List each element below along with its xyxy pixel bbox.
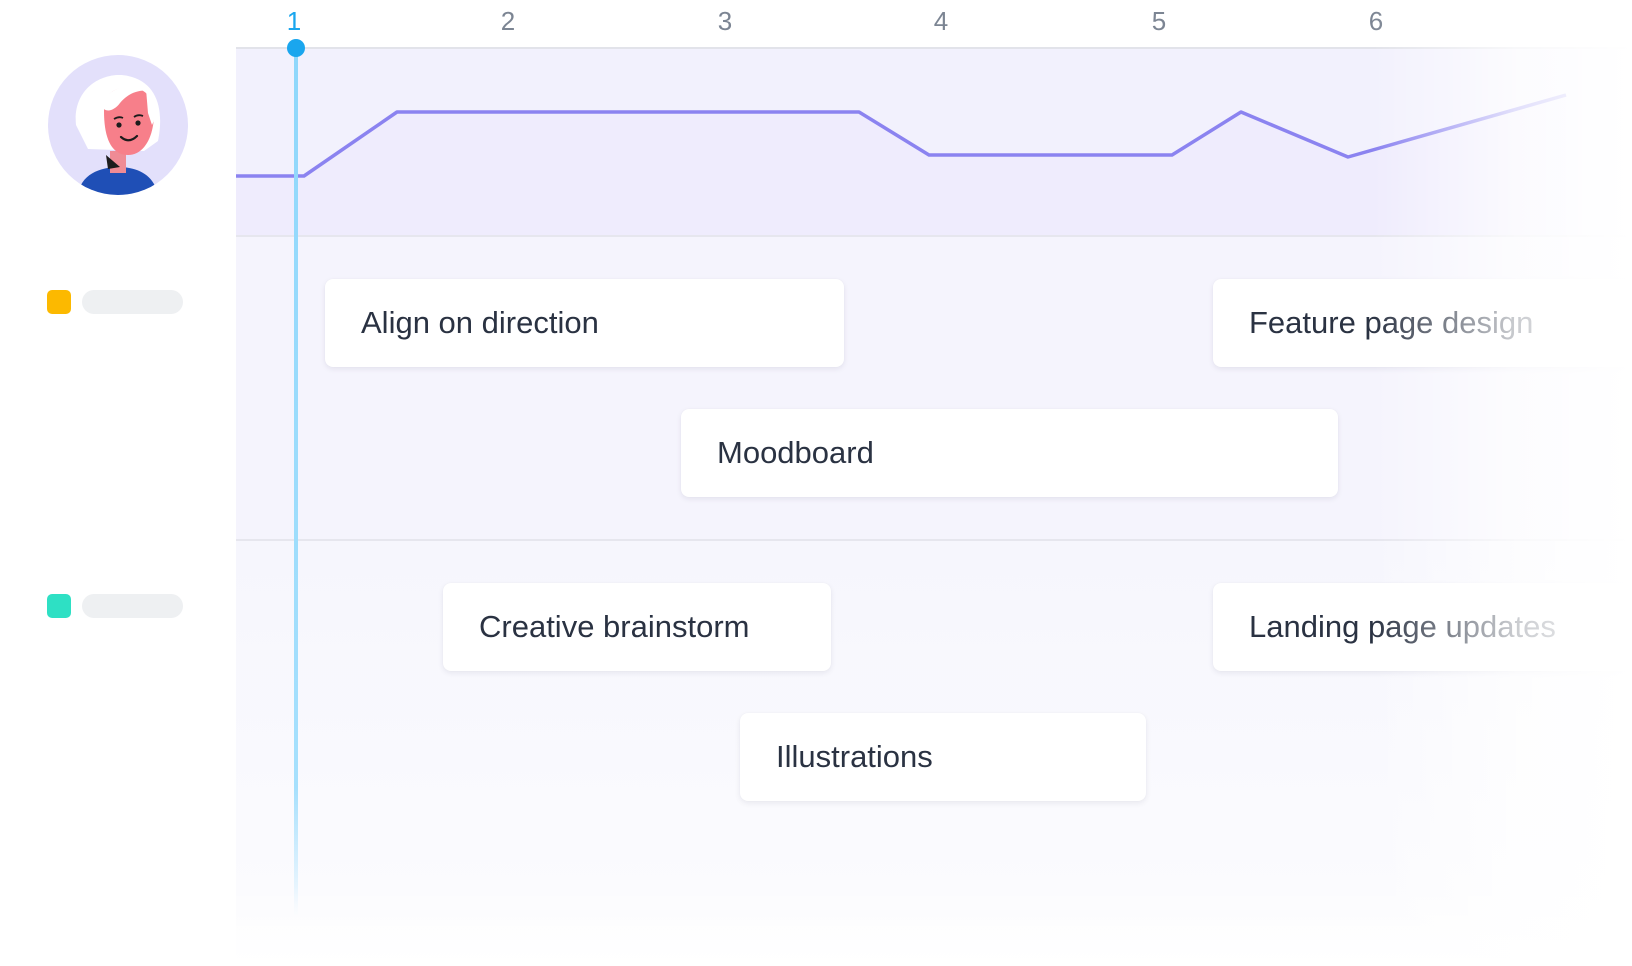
current-week-dot[interactable] bbox=[287, 39, 305, 57]
group-color-marker bbox=[47, 290, 71, 314]
avatar[interactable] bbox=[48, 55, 188, 195]
task-card[interactable]: Align on direction bbox=[325, 279, 844, 367]
workload-area bbox=[236, 95, 1566, 236]
task-card[interactable]: Landing page updates bbox=[1213, 583, 1632, 671]
row-divider bbox=[236, 539, 1632, 541]
task-card[interactable]: Illustrations bbox=[740, 713, 1146, 801]
group-name-placeholder[interactable] bbox=[82, 594, 183, 618]
row-divider bbox=[236, 235, 1632, 237]
task-card[interactable]: Moodboard bbox=[681, 409, 1338, 497]
task-card[interactable]: Creative brainstorm bbox=[443, 583, 831, 671]
workload-chart bbox=[236, 93, 1567, 236]
person-illustration-icon bbox=[75, 75, 161, 195]
group-name-placeholder[interactable] bbox=[82, 290, 183, 314]
timeline-board: 123456 Align on direction Feature page d… bbox=[236, 0, 1632, 966]
group-color-marker bbox=[47, 594, 71, 618]
current-week-marker[interactable] bbox=[294, 48, 298, 918]
sidebar bbox=[0, 0, 236, 966]
task-card[interactable]: Feature page design bbox=[1213, 279, 1632, 367]
